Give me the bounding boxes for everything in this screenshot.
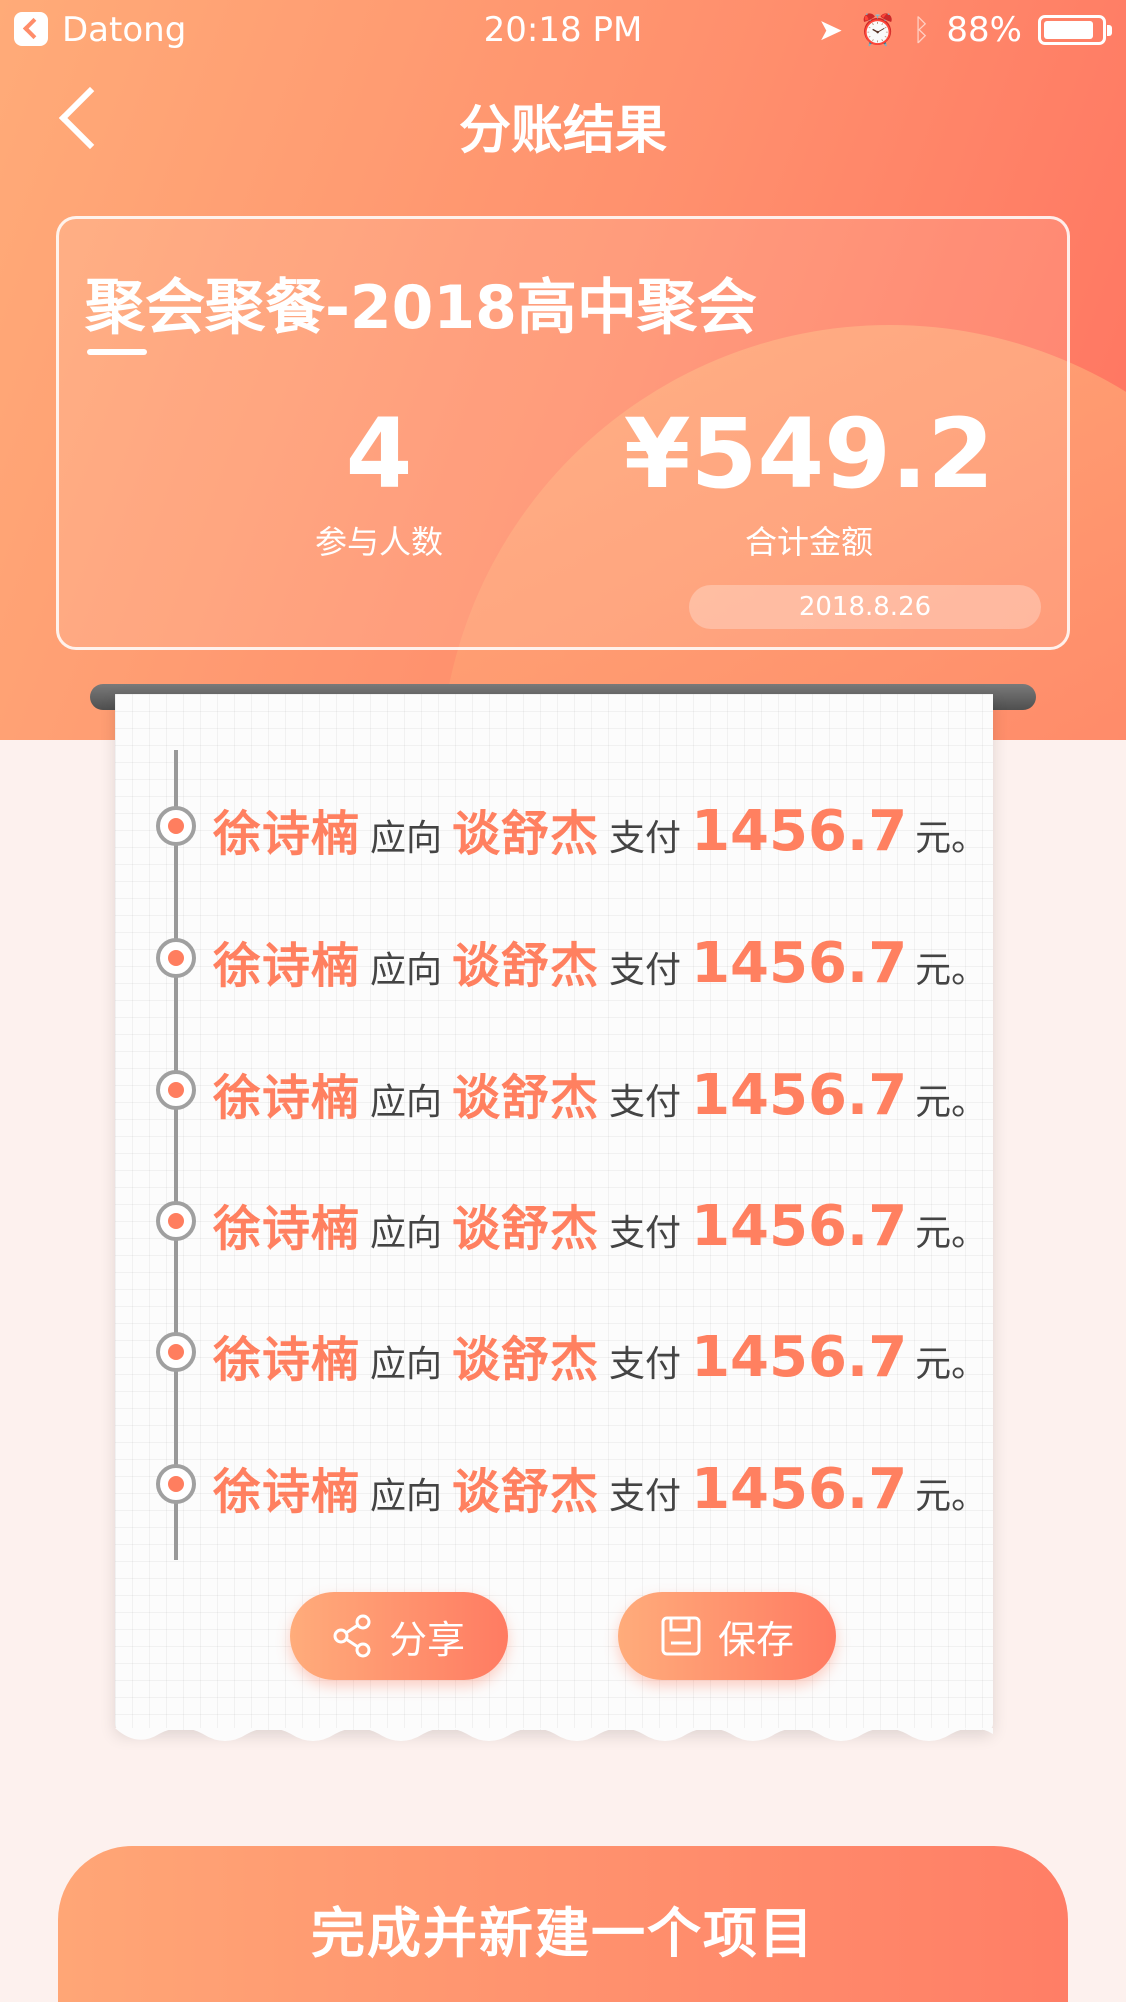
record-text: 徐诗楠 应向 谈舒杰 支付 1456.7 元。 [213, 1050, 987, 1130]
record-unit: 元。 [915, 1082, 988, 1123]
bluetooth-icon: ᛒ [912, 12, 931, 48]
alarm-icon: ⏰ [859, 12, 897, 48]
battery-percent: 88% [946, 10, 1022, 50]
record-amount: 1456.7 [691, 1325, 908, 1390]
list-item: 徐诗楠 应向 谈舒杰 支付 1456.7 元。 [115, 1050, 993, 1130]
stat-people: 4 参与人数 [229, 399, 529, 563]
record-text: 徐诗楠 应向 谈舒杰 支付 1456.7 元。 [213, 786, 987, 866]
payer-name: 徐诗楠 [213, 806, 361, 862]
record-text: 徐诗楠 应向 谈舒杰 支付 1456.7 元。 [213, 918, 987, 998]
payer-name: 徐诗楠 [213, 1201, 361, 1257]
record-verb: 支付 [609, 818, 682, 859]
payer-name: 徐诗楠 [213, 1332, 361, 1388]
event-title: 聚会聚餐-2018高中聚会 [85, 273, 757, 343]
record-connector: 应向 [370, 818, 443, 859]
payee-name: 谈舒杰 [452, 1201, 600, 1257]
save-button[interactable]: 保存 [618, 1592, 836, 1680]
receipt-paper: 徐诗楠 应向 谈舒杰 支付 1456.7 元。 徐诗楠 应向 谈舒杰 支付 14… [115, 694, 993, 1741]
timeline-line [174, 750, 178, 1560]
record-amount: 1456.7 [691, 1194, 908, 1259]
record-text: 徐诗楠 应向 谈舒杰 支付 1456.7 元。 [213, 1444, 987, 1524]
record-verb: 支付 [609, 1476, 682, 1517]
timeline-dot-icon [156, 1332, 196, 1372]
total-label: 合计金额 [744, 523, 873, 561]
save-label: 保存 [717, 1617, 794, 1662]
record-amount: 1456.7 [691, 1457, 908, 1522]
record-connector: 应向 [370, 1082, 443, 1123]
record-text: 徐诗楠 应向 谈舒杰 支付 1456.7 元。 [213, 1312, 987, 1392]
record-unit: 元。 [915, 950, 988, 991]
payee-name: 谈舒杰 [452, 1070, 600, 1126]
record-amount: 1456.7 [691, 1063, 908, 1128]
share-icon [333, 1614, 373, 1658]
payer-name: 徐诗楠 [213, 938, 361, 994]
payer-name: 徐诗楠 [213, 1070, 361, 1126]
record-verb: 支付 [609, 950, 682, 991]
timeline-dot-icon [156, 1464, 196, 1504]
payee-name: 谈舒杰 [452, 938, 600, 994]
list-item: 徐诗楠 应向 谈舒杰 支付 1456.7 元。 [115, 1181, 993, 1261]
battery-icon [1038, 15, 1112, 45]
people-count: 4 [345, 398, 413, 510]
record-amount: 1456.7 [691, 931, 908, 996]
timeline-dot-icon [156, 938, 196, 978]
timeline-dot-icon [156, 1070, 196, 1110]
record-verb: 支付 [609, 1344, 682, 1385]
receipt-torn-edge [115, 1728, 993, 1741]
total-amount: ¥549.2 [623, 398, 995, 510]
save-icon [660, 1615, 702, 1657]
page-title: 分账结果 [458, 101, 667, 161]
list-item: 徐诗楠 应向 谈舒杰 支付 1456.7 元。 [115, 1312, 993, 1392]
list-item: 徐诗楠 应向 谈舒杰 支付 1456.7 元。 [115, 1444, 993, 1524]
stat-total: ¥549.2 合计金额 [559, 399, 1059, 563]
record-connector: 应向 [370, 1476, 443, 1517]
status-bar: Datong 20:18 PM ➤ ⏰ ᛒ 88% [0, 0, 1126, 60]
battery-fill [1044, 21, 1094, 39]
payee-name: 谈舒杰 [452, 806, 600, 862]
timeline-dot-icon [156, 1201, 196, 1241]
record-unit: 元。 [915, 1344, 988, 1385]
record-connector: 应向 [370, 1344, 443, 1385]
people-label: 参与人数 [314, 523, 443, 561]
record-amount: 1456.7 [691, 799, 908, 864]
payee-name: 谈舒杰 [452, 1464, 600, 1520]
record-unit: 元。 [915, 1213, 988, 1254]
record-connector: 应向 [370, 1213, 443, 1254]
record-text: 徐诗楠 应向 谈舒杰 支付 1456.7 元。 [213, 1181, 987, 1261]
record-unit: 元。 [915, 818, 988, 859]
list-item: 徐诗楠 应向 谈舒杰 支付 1456.7 元。 [115, 786, 993, 866]
summary-card: 聚会聚餐-2018高中聚会 4 参与人数 ¥549.2 合计金额 2018.8.… [56, 216, 1070, 650]
record-verb: 支付 [609, 1213, 682, 1254]
list-item: 徐诗楠 应向 谈舒杰 支付 1456.7 元。 [115, 918, 993, 998]
record-verb: 支付 [609, 1082, 682, 1123]
share-button[interactable]: 分享 [290, 1592, 508, 1680]
title-underline [87, 349, 147, 355]
date-badge: 2018.8.26 [689, 585, 1041, 629]
payer-name: 徐诗楠 [213, 1464, 361, 1520]
finish-and-new-project-button[interactable]: 完成并新建一个项目 [58, 1846, 1068, 2002]
status-right-group: ➤ ⏰ ᛒ 88% [817, 10, 1112, 50]
payee-name: 谈舒杰 [452, 1332, 600, 1388]
record-unit: 元。 [915, 1476, 988, 1517]
location-arrow-icon: ➤ [817, 12, 844, 48]
timeline-dot-icon [156, 806, 196, 846]
share-label: 分享 [388, 1617, 465, 1662]
record-connector: 应向 [370, 950, 443, 991]
